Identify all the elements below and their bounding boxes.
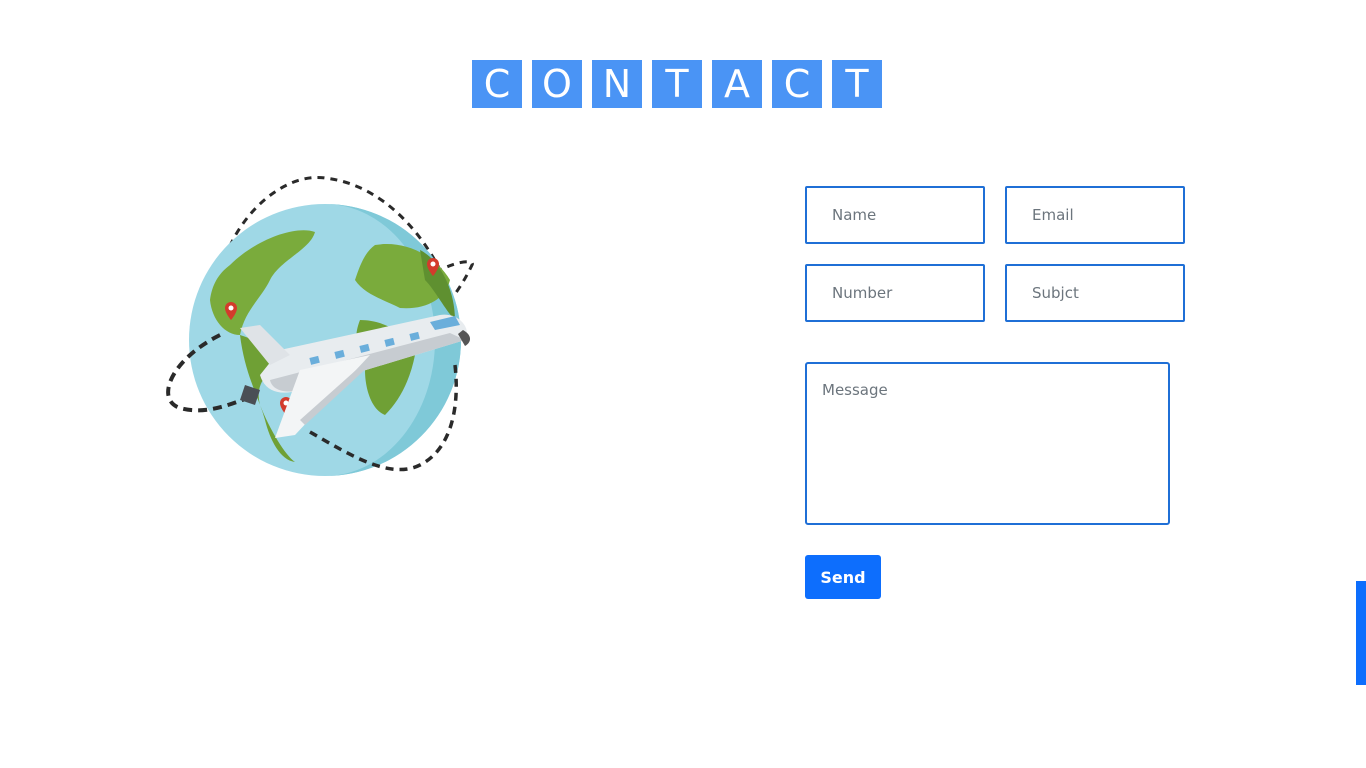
message-textarea[interactable] [805,362,1170,525]
title-letter: A [712,60,762,108]
email-input[interactable] [1005,186,1185,244]
globe-airplane-icon [166,176,474,476]
name-input[interactable] [805,186,985,244]
subject-input[interactable] [1005,264,1185,322]
title-letter: O [532,60,582,108]
title-letter: C [472,60,522,108]
globe-airplane-illustration [160,170,480,482]
title-letter: C [772,60,822,108]
number-input[interactable] [805,264,985,322]
send-button[interactable]: Send [805,555,881,599]
title-letter: N [592,60,642,108]
title-letter: T [832,60,882,108]
title-letter: T [652,60,702,108]
contact-page: C O N T A C T Name Email Number Subjct M… [0,0,1366,768]
side-edge-tab[interactable] [1356,581,1366,685]
page-title: C O N T A C T [472,60,882,108]
